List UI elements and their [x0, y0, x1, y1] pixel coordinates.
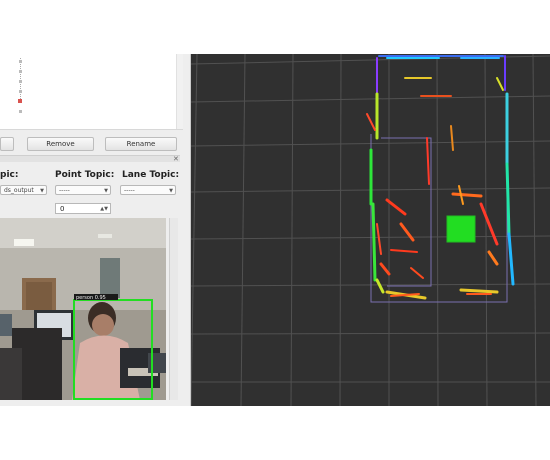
chevron-down-icon: ▼ — [104, 188, 108, 194]
rviz-3d-view[interactable] — [191, 54, 550, 406]
tree-node[interactable] — [19, 60, 22, 63]
spin-arrows-icon[interactable]: ▲▼ — [100, 204, 108, 215]
rename-button[interactable]: Rename — [105, 137, 177, 151]
partial-button[interactable] — [0, 137, 14, 151]
camera-image: person 0.95 — [0, 218, 166, 400]
chevron-down-icon: ▼ — [169, 188, 173, 194]
lane-topic-label: Lane Topic: — [122, 170, 180, 180]
lane-topic-select[interactable]: ----- ▼ — [120, 185, 176, 195]
chevron-down-icon: ▼ — [40, 188, 44, 194]
tree-node-selected[interactable] — [18, 99, 22, 103]
image-topic-select[interactable]: ds_output ▼ — [0, 185, 47, 195]
button-row: Remove Rename — [0, 137, 190, 151]
display-tree[interactable] — [0, 54, 183, 130]
detected-object-box — [446, 215, 476, 243]
point-cloud-map — [191, 54, 550, 406]
tree-node[interactable] — [19, 80, 22, 83]
camera-view: person 0.95 — [0, 218, 166, 400]
point-topic-select[interactable]: ----- ▼ — [55, 185, 111, 195]
tree-node[interactable] — [19, 90, 22, 93]
ceiling-light — [14, 239, 34, 246]
close-icon[interactable]: ✕ — [173, 155, 179, 163]
value-spinbox[interactable]: 0 ▲▼ — [55, 203, 111, 214]
tree-node[interactable] — [19, 70, 22, 73]
tree-node[interactable] — [19, 110, 22, 113]
detection-label: person 0.95 — [76, 295, 106, 301]
remove-button[interactable]: Remove — [27, 137, 94, 151]
point-topic-label: Point Topic: — [55, 170, 115, 180]
image-topic-label: pic: — [0, 170, 19, 180]
control-panel: Remove Rename ✕ pic: Point Topic: Lane T… — [0, 54, 191, 406]
camera-scrollbar[interactable] — [169, 218, 178, 400]
tree-scrollbar[interactable] — [176, 54, 183, 129]
panel-splitter[interactable] — [0, 155, 180, 162]
app-window: Remove Rename ✕ pic: Point Topic: Lane T… — [0, 54, 550, 406]
